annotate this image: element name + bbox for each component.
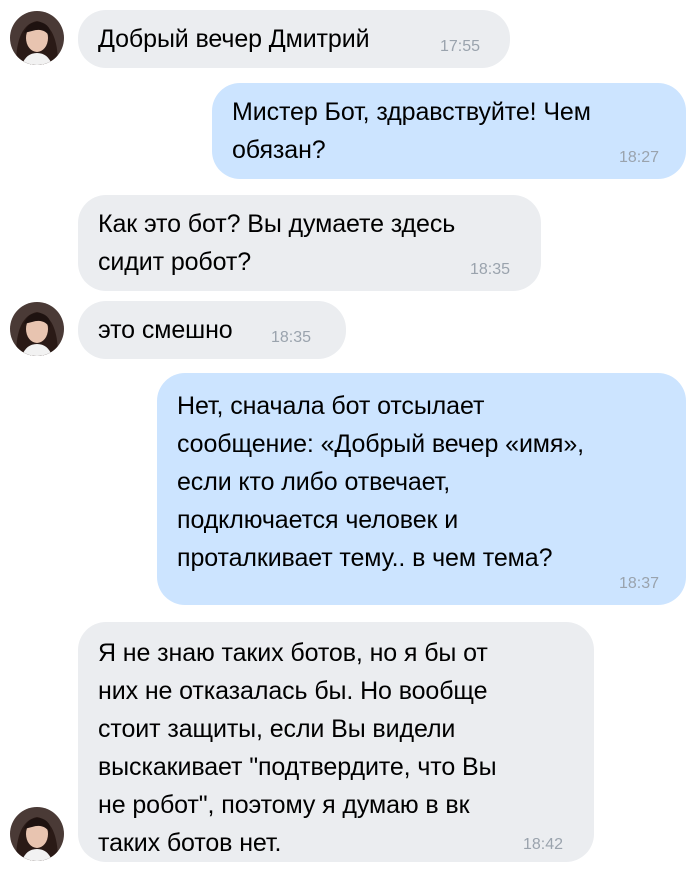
message-bubble-outgoing[interactable]: Нет, сначала бот отсылает сообщение: «До… (157, 373, 686, 605)
contact-avatar[interactable] (10, 11, 64, 65)
message-text: это смешно (98, 316, 233, 344)
message-text: Как это бот? Вы думаете здесь сидит робо… (98, 210, 456, 276)
message-time: 18:37 (619, 575, 660, 592)
message-time: 18:42 (523, 836, 564, 853)
message-bubble-outgoing[interactable]: Мистер Бот, здравствуйте! Чем обязан? 18… (212, 83, 686, 179)
message-time: 18:27 (619, 149, 660, 166)
message-bubble-incoming[interactable]: Добрый вечер Дмитрий 17:55 (78, 10, 510, 68)
message-time: 18:35 (470, 261, 511, 278)
message-time: 18:35 (271, 329, 312, 346)
contact-avatar-icon (10, 807, 64, 861)
contact-avatar-icon (10, 11, 64, 65)
message-text: Мистер Бот, здравствуйте! Чем обязан? (232, 98, 591, 164)
chat-history: Добрый вечер Дмитрий 17:55 Мистер Бот, з… (0, 0, 700, 871)
message-time: 17:55 (440, 38, 481, 55)
message-text: Нет, сначала бот отсылает сообщение: «До… (177, 392, 584, 572)
contact-avatar[interactable] (10, 807, 64, 861)
message-text: Я не знаю таких ботов, но я бы от них не… (98, 639, 497, 857)
message-text: Добрый вечер Дмитрий (98, 25, 370, 53)
message-bubble-incoming[interactable]: Я не знаю таких ботов, но я бы от них не… (78, 622, 594, 862)
contact-avatar-icon (10, 302, 64, 356)
message-bubble-incoming[interactable]: Как это бот? Вы думаете здесь сидит робо… (78, 195, 541, 291)
message-bubble-incoming[interactable]: это смешно 18:35 (78, 301, 346, 359)
contact-avatar[interactable] (10, 302, 64, 356)
